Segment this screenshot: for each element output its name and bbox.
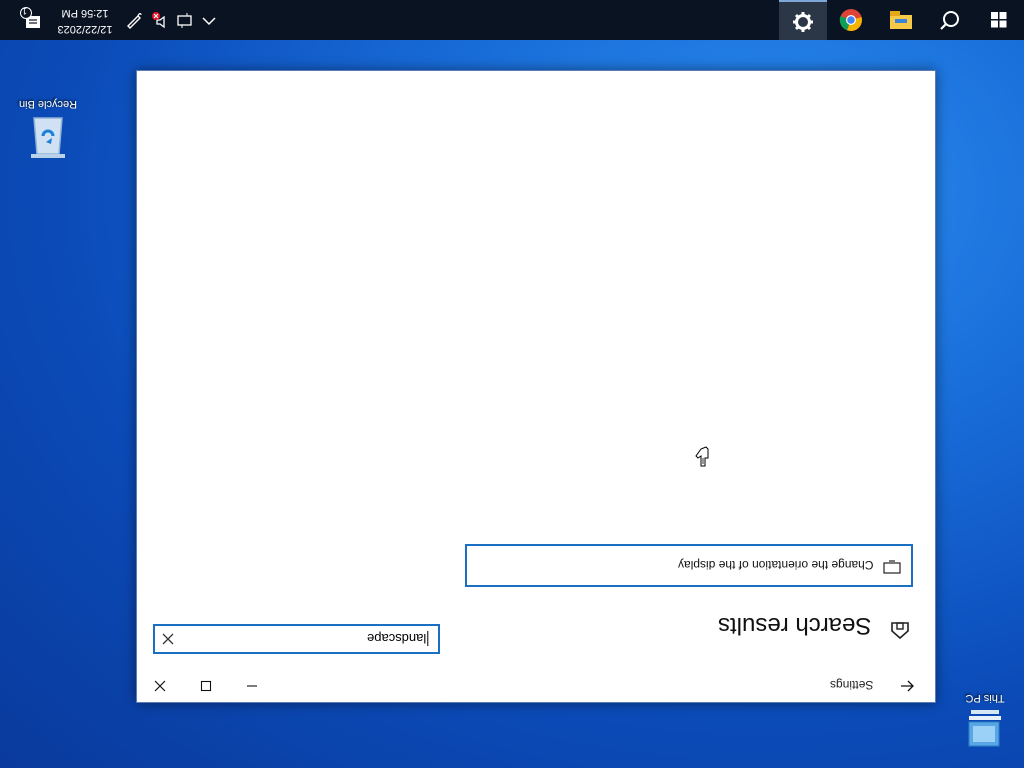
taskbar-pinned-apps: [779, 0, 1024, 40]
hand-cursor-icon: [695, 446, 709, 467]
window-title: Settings: [829, 678, 873, 692]
minimize-icon: [247, 685, 257, 687]
windows-logo-icon: [991, 12, 1007, 28]
this-pc-label: This PC: [965, 692, 1005, 704]
recycle-bin-label: Recycle Bin: [18, 98, 78, 110]
back-button[interactable]: [887, 672, 927, 700]
chevron-down-icon[interactable]: [199, 10, 219, 30]
clock[interactable]: 12/22/2023 12:56 PM: [50, 3, 120, 37]
taskbar: 1 12/22/2023 12:56 PM: [0, 0, 1024, 40]
close-icon: [154, 680, 166, 692]
desktop-recycle-bin[interactable]: Recycle Bin: [8, 98, 88, 165]
start-button[interactable]: [975, 0, 1023, 40]
recycle-bin-icon: [31, 117, 65, 158]
taskbar-file-explorer-button[interactable]: [877, 0, 925, 40]
maximize-icon: [200, 680, 212, 692]
taskbar-settings-button[interactable]: [779, 0, 827, 40]
settings-search-input[interactable]: landscape: [153, 624, 440, 654]
desktop-this-pc[interactable]: This PC: [945, 692, 1024, 753]
folder-icon: [890, 11, 912, 29]
clock-time: 12:56 PM: [61, 7, 109, 19]
notification-count: 1: [22, 6, 28, 16]
display-icon: [883, 560, 901, 574]
taskbar-chrome-button[interactable]: [827, 0, 875, 40]
clock-date: 12/22/2023: [57, 23, 113, 35]
network-icon[interactable]: [175, 10, 195, 30]
close-icon[interactable]: [161, 632, 175, 646]
page-title: Search results: [717, 612, 871, 639]
minimize-window-button[interactable]: [229, 670, 275, 702]
home-icon: [891, 622, 909, 640]
search-input-value: landscape: [366, 631, 428, 646]
maximize-window-button[interactable]: [183, 670, 229, 702]
system-tray: 1 12/22/2023 12:56 PM: [0, 0, 230, 40]
close-window-button[interactable]: [137, 670, 183, 702]
chrome-icon: [839, 9, 862, 32]
search-result-item[interactable]: Change the orientation of the display: [465, 544, 913, 587]
action-center-button[interactable]: 1: [20, 6, 46, 32]
search-result-label: Change the orientation of the display: [677, 558, 873, 572]
taskbar-search-button[interactable]: [926, 0, 974, 40]
pen-icon[interactable]: [124, 10, 144, 30]
gear-icon: [793, 12, 813, 32]
computer-icon: [968, 710, 1001, 747]
title-bar: Settings: [137, 670, 935, 702]
volume-muted-icon[interactable]: [150, 10, 170, 30]
search-icon: [940, 11, 959, 30]
settings-window: Change the orientation of the display Se…: [136, 70, 936, 703]
arrow-icon: [901, 680, 914, 692]
